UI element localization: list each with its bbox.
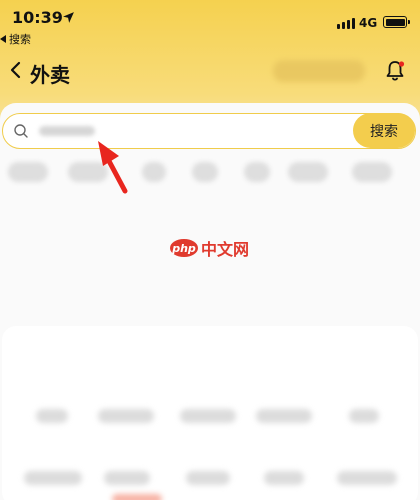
- category-item[interactable]: [98, 409, 154, 423]
- hot-tag[interactable]: [8, 162, 48, 182]
- watermark-logo: php 中文网: [170, 236, 249, 260]
- logo-text: 中文网: [201, 240, 250, 259]
- search-button[interactable]: 搜索: [353, 113, 415, 148]
- signal-strength-icon: [337, 18, 355, 29]
- category-item[interactable]: [104, 471, 150, 485]
- status-time: 10:39: [12, 8, 63, 27]
- back-triangle-icon: [0, 35, 6, 43]
- category-item[interactable]: [349, 409, 379, 423]
- back-to-app-label: 搜索: [9, 33, 31, 46]
- location-selector-blurred[interactable]: [273, 60, 365, 82]
- back-to-app-link[interactable]: 搜索: [0, 31, 31, 47]
- battery-icon: [383, 16, 410, 28]
- search-bar: 搜索: [2, 113, 416, 149]
- category-item[interactable]: [36, 409, 68, 423]
- promo-badge-blurred: [112, 494, 162, 500]
- hot-tag[interactable]: [192, 162, 218, 182]
- category-row: [2, 471, 418, 491]
- hot-tag[interactable]: [142, 162, 166, 182]
- page-title: 外卖: [30, 63, 70, 87]
- category-item[interactable]: [24, 471, 82, 485]
- category-item[interactable]: [186, 471, 230, 485]
- hot-tag[interactable]: [288, 162, 328, 182]
- category-item[interactable]: [264, 471, 304, 485]
- chevron-left-icon[interactable]: [4, 58, 28, 82]
- network-type: 4G: [359, 16, 378, 30]
- category-card: [2, 326, 418, 500]
- location-arrow-icon: [63, 12, 74, 23]
- category-item[interactable]: [180, 409, 236, 423]
- bell-icon[interactable]: [383, 59, 407, 83]
- logo-badge: php: [170, 239, 198, 257]
- category-row: [2, 409, 418, 429]
- hot-tag[interactable]: [244, 162, 270, 182]
- hot-tag[interactable]: [352, 162, 392, 182]
- category-item[interactable]: [337, 471, 397, 485]
- search-icon: [14, 124, 28, 138]
- hot-tag[interactable]: [68, 162, 108, 182]
- search-input[interactable]: [37, 120, 337, 142]
- category-item[interactable]: [256, 409, 312, 423]
- hot-search-tags: [0, 162, 420, 186]
